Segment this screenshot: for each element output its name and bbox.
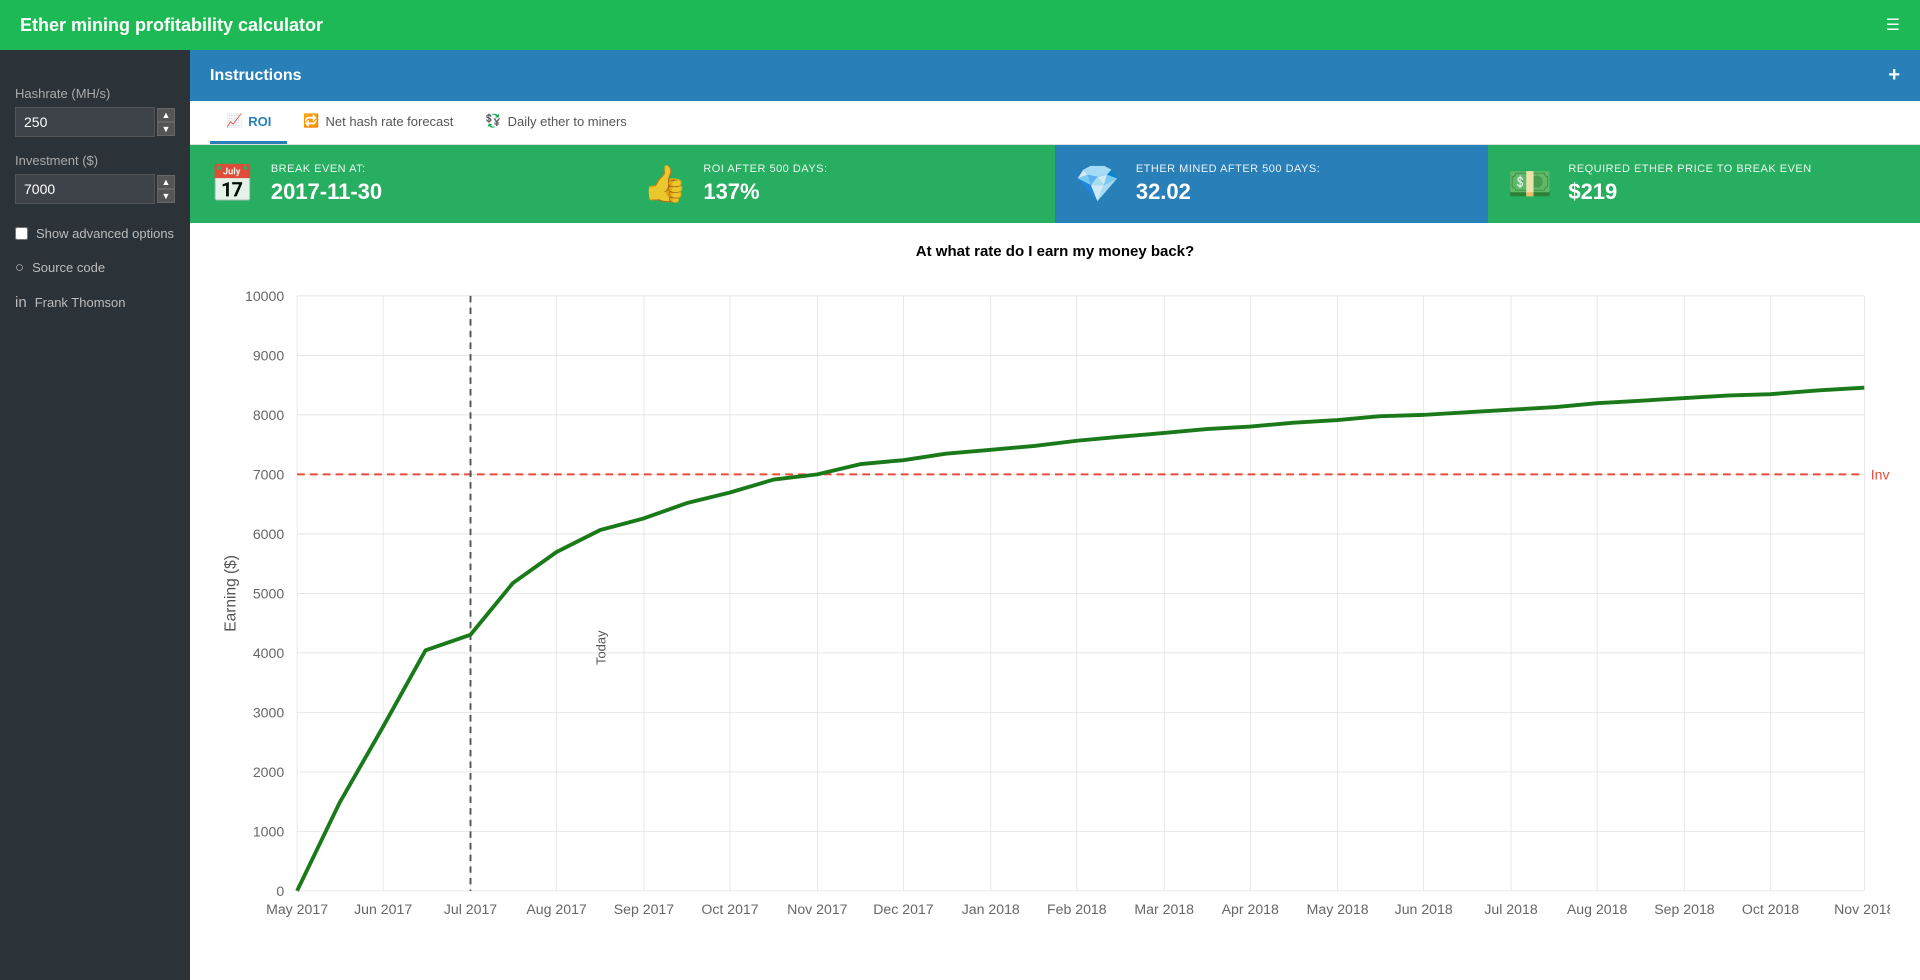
investment-input[interactable] (15, 174, 155, 204)
breakeven-label: BREAK EVEN AT: (271, 163, 382, 175)
svg-text:3000: 3000 (253, 706, 285, 722)
roi-icon: 📈 (226, 113, 242, 129)
svg-text:2000: 2000 (253, 765, 285, 781)
instructions-plus[interactable]: + (1888, 64, 1900, 87)
stat-card-required-price: 💵 REQUIRED ETHER PRICE TO BREAK EVEN $21… (1488, 145, 1920, 223)
source-code-label: Source code (32, 260, 105, 275)
svg-text:May 2018: May 2018 (1307, 902, 1369, 918)
chart-title: At what rate do I earn my money back? (220, 243, 1890, 260)
app-title: Ether mining profitability calculator (20, 15, 1886, 36)
thumbsup-icon: 👍 (643, 163, 688, 205)
stat-cards: 📅 BREAK EVEN AT: 2017-11-30 👍 ROI AFTER … (190, 145, 1920, 223)
advanced-options-label: Show advanced options (36, 226, 174, 241)
svg-text:5000: 5000 (253, 587, 285, 603)
tab-net-hash-label: Net hash rate forecast (326, 114, 454, 129)
svg-text:Feb 2018: Feb 2018 (1047, 902, 1107, 918)
required-price-label: REQUIRED ETHER PRICE TO BREAK EVEN (1568, 163, 1811, 175)
breakeven-value: 2017-11-30 (271, 179, 382, 205)
hashrate-down[interactable]: ▼ (157, 122, 175, 136)
svg-text:Dec 2017: Dec 2017 (873, 902, 934, 918)
svg-text:Oct 2017: Oct 2017 (701, 902, 758, 918)
svg-text:Jul 2018: Jul 2018 (1484, 902, 1537, 918)
svg-text:Jan 2018: Jan 2018 (962, 902, 1020, 918)
ether-mined-value: 32.02 (1136, 179, 1320, 205)
tab-roi[interactable]: 📈 ROI (210, 101, 287, 144)
linkedin-icon: in (15, 294, 27, 311)
svg-text:0: 0 (276, 884, 284, 900)
main-layout: Hashrate (MH/s) ▲ ▼ Investment ($) ▲ ▼ S… (0, 50, 1920, 980)
advanced-options-row[interactable]: Show advanced options (15, 226, 175, 241)
tab-daily-ether[interactable]: 💱 Daily ether to miners (469, 101, 642, 144)
svg-text:Nov 2017: Nov 2017 (787, 902, 848, 918)
svg-text:Aug 2017: Aug 2017 (526, 902, 587, 918)
svg-text:Apr 2018: Apr 2018 (1222, 902, 1279, 918)
hashrate-input[interactable] (15, 107, 155, 137)
hashrate-input-wrap: ▲ ▼ (15, 107, 175, 137)
advanced-options-checkbox[interactable] (15, 227, 28, 240)
money-icon: 💵 (1508, 163, 1553, 205)
chart-area: At what rate do I earn my money back? .g… (190, 223, 1920, 980)
author-label: Frank Thomson (35, 295, 126, 310)
tab-daily-ether-label: Daily ether to miners (508, 114, 627, 129)
topbar: Ether mining profitability calculator ☰ (0, 0, 1920, 50)
ether-mined-label: ETHER MINED AFTER 500 DAYS: (1136, 163, 1320, 175)
source-code-icon: ○ (15, 259, 24, 276)
investment-spinner: ▲ ▼ (157, 175, 175, 203)
author-link[interactable]: in Frank Thomson (15, 294, 175, 311)
investment-label: Investment ($) (15, 153, 175, 168)
svg-text:1000: 1000 (253, 825, 285, 841)
required-price-value: $219 (1568, 179, 1811, 205)
investment-down[interactable]: ▼ (157, 189, 175, 203)
svg-text:Investment: Investment (1871, 468, 1890, 484)
svg-text:Jun 2018: Jun 2018 (1395, 902, 1453, 918)
hamburger-icon[interactable]: ☰ (1886, 15, 1900, 35)
stat-card-breakeven: 📅 BREAK EVEN AT: 2017-11-30 (190, 145, 623, 223)
svg-text:Nov 2018: Nov 2018 (1834, 902, 1890, 918)
hashrate-label: Hashrate (MH/s) (15, 86, 175, 101)
svg-text:May 2017: May 2017 (266, 902, 328, 918)
svg-text:Jun 2017: Jun 2017 (354, 902, 412, 918)
roi-value: 137% (703, 179, 827, 205)
hashrate-spinner: ▲ ▼ (157, 108, 175, 136)
svg-text:9000: 9000 (253, 349, 285, 365)
daily-ether-icon: 💱 (485, 113, 501, 129)
stat-card-roi: 👍 ROI AFTER 500 DAYS: 137% (623, 145, 1056, 223)
svg-text:10000: 10000 (245, 289, 284, 305)
instructions-label: Instructions (210, 67, 302, 85)
svg-text:Aug 2018: Aug 2018 (1567, 902, 1628, 918)
stat-card-ether-mined: 💎 ETHER MINED AFTER 500 DAYS: 32.02 (1055, 145, 1488, 223)
instructions-bar: Instructions + (190, 50, 1920, 101)
tab-net-hash[interactable]: 🔁 Net hash rate forecast (287, 101, 469, 144)
main-chart: .grid-line { stroke: #ddd; stroke-width:… (220, 270, 1890, 980)
svg-text:Mar 2018: Mar 2018 (1134, 902, 1194, 918)
net-hash-icon: 🔁 (303, 113, 319, 129)
content: Instructions + 📈 ROI 🔁 Net hash rate for… (190, 50, 1920, 980)
investment-input-wrap: ▲ ▼ (15, 174, 175, 204)
svg-text:7000: 7000 (253, 468, 285, 484)
svg-text:4000: 4000 (253, 646, 285, 662)
svg-text:8000: 8000 (253, 408, 285, 424)
tab-roi-label: ROI (248, 114, 271, 129)
calendar-icon: 📅 (210, 163, 255, 205)
svg-text:Sep 2018: Sep 2018 (1654, 902, 1715, 918)
roi-label: ROI AFTER 500 DAYS: (703, 163, 827, 175)
source-code-link[interactable]: ○ Source code (15, 259, 175, 276)
svg-text:Earning ($): Earning ($) (222, 555, 239, 632)
investment-up[interactable]: ▲ (157, 175, 175, 189)
svg-text:Sep 2017: Sep 2017 (614, 902, 675, 918)
tabs: 📈 ROI 🔁 Net hash rate forecast 💱 Daily e… (190, 101, 1920, 145)
diamond-icon: 💎 (1075, 163, 1120, 205)
svg-text:6000: 6000 (253, 527, 285, 543)
sidebar: Hashrate (MH/s) ▲ ▼ Investment ($) ▲ ▼ S… (0, 50, 190, 980)
svg-text:Today: Today (593, 630, 608, 665)
svg-text:Oct 2018: Oct 2018 (1742, 902, 1799, 918)
hashrate-up[interactable]: ▲ (157, 108, 175, 122)
svg-text:Jul 2017: Jul 2017 (444, 902, 497, 918)
chart-container: .grid-line { stroke: #ddd; stroke-width:… (220, 270, 1890, 980)
